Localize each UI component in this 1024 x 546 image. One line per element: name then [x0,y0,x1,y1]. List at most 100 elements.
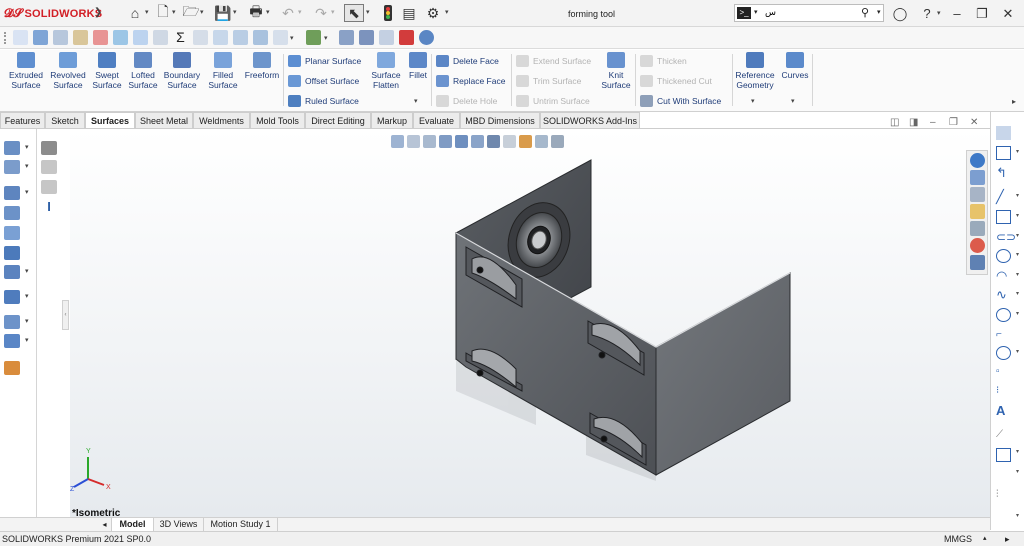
check-icon[interactable] [113,30,128,45]
search-box[interactable]: >_ ▾ ⚲ ▾ [734,4,884,22]
home-icon[interactable]: ⌂ [125,4,145,22]
display-icon[interactable] [93,30,108,45]
restore-icon[interactable]: ❐ [973,5,991,23]
chevron-down-icon[interactable]: ▾ [1016,148,1019,155]
sketch-tool-icon[interactable] [33,30,48,45]
exit-sketch-icon[interactable] [306,30,321,45]
cut-with-surface-button[interactable]: Cut With Surface [640,95,721,107]
save-icon[interactable]: 💾 [213,4,233,22]
untrim-surface-button[interactable]: Untrim Surface [516,95,590,107]
curves-button[interactable]: Curves [780,52,810,80]
property-manager-icon[interactable] [4,160,20,174]
swept-surface-button[interactable]: Swept Surface [88,52,126,90]
chevron-down-icon[interactable]: ▾ [937,9,941,17]
apply-scene-icon[interactable] [535,134,548,148]
unit-system[interactable]: MMGS [944,532,972,546]
cube-icon[interactable] [153,30,168,45]
offset-surface-button[interactable]: Offset Surface [288,75,359,87]
chevron-down-icon[interactable]: ▾ [25,336,29,344]
tab-mbd-dimensions[interactable]: MBD Dimensions [460,112,540,129]
reference-geometry-button[interactable]: Reference Geometry [734,52,776,90]
chevron-down-icon[interactable]: ▾ [290,34,294,42]
close-icon[interactable]: ✕ [999,5,1017,23]
viewport-tile-icon[interactable]: ◫ [890,117,899,128]
view-palette-icon[interactable] [970,221,985,236]
chevron-down-icon[interactable]: ▾ [266,8,270,16]
rectangle-icon[interactable] [996,210,1011,224]
lofted-surface-button[interactable]: Lofted Surface [125,52,161,90]
command-search-icon[interactable]: >_ [737,7,751,19]
viewport-minimize-icon[interactable]: – [930,117,936,128]
home-icon[interactable] [970,170,985,185]
boundary-surface-button[interactable]: Boundary Surface [160,52,204,90]
chevron-down-icon[interactable]: ▾ [414,97,418,105]
spline-icon[interactable]: ∿ [996,288,1011,302]
status-menu-icon[interactable]: ▸ [1005,532,1010,546]
minimize-icon[interactable]: – [948,5,966,23]
stop-icon[interactable] [399,30,414,45]
viewport-restore-icon[interactable]: ❐ [949,117,958,128]
viewport-split-icon[interactable]: ◨ [909,117,918,128]
trim-surface-button[interactable]: Trim Surface [516,75,581,87]
search-icon[interactable]: ⚲ [861,6,869,19]
check-mark-icon[interactable] [379,30,394,45]
replace-face-button[interactable]: Replace Face [436,75,505,87]
tab-model[interactable]: Model [112,518,154,532]
chevron-down-icon[interactable]: ▾ [25,143,29,151]
section-icon[interactable] [233,30,248,45]
fillet-button[interactable]: Fillet [405,52,431,80]
chevron-down-icon[interactable]: ▾ [172,8,176,16]
open-folder-icon[interactable]: 🗁 [181,3,201,22]
select-arrow-icon[interactable]: ⬉ [344,4,364,22]
web-icon[interactable] [419,30,434,45]
tab-sketch[interactable]: Sketch [45,112,85,129]
chevron-down-icon[interactable]: ▾ [200,8,204,16]
grid-icon[interactable] [41,141,57,155]
freeform-button[interactable]: Freeform [242,52,282,80]
mirror-entities-icon[interactable] [996,448,1011,462]
chevron-down-icon[interactable]: ▾ [1016,348,1019,355]
chevron-down-icon[interactable]: ▾ [145,8,149,16]
hide-show-items-icon[interactable] [503,134,516,148]
point-icon[interactable]: ▫ [996,365,1011,379]
chevron-right-icon[interactable]: ❯ [94,7,102,18]
chevron-up-icon[interactable]: ▴ [983,532,987,546]
extend-surface-button[interactable]: Extend Surface [516,55,591,67]
chevron-down-icon[interactable]: ▾ [1016,271,1019,278]
chevron-down-icon[interactable]: ▾ [1016,232,1019,239]
chevron-down-icon[interactable]: ▾ [791,97,795,105]
corner-rectangle-icon[interactable] [996,146,1011,160]
dynamic-annotation-icon[interactable] [455,134,468,148]
solidworks-logo[interactable]: 𝓓𝓢 SOLIDWORKS [4,6,102,21]
search-input[interactable] [765,7,845,19]
chevron-down-icon[interactable]: ▾ [25,188,29,196]
undo-icon[interactable]: ↶ [278,4,298,22]
sketch-icon[interactable] [996,126,1011,140]
help-icon[interactable]: ? [918,5,936,23]
tab-motion-study-1[interactable]: Motion Study 1 [204,518,278,532]
curve-tool-icon[interactable] [4,334,20,348]
arc-icon[interactable]: ◠ [996,269,1011,283]
instant3d-icon[interactable] [4,361,20,375]
revolved-surface-button[interactable]: Revolved Surface [48,52,88,90]
offset-entities-icon[interactable]: ⫶ [996,488,1011,502]
circle-icon[interactable] [996,249,1011,263]
line-icon[interactable]: ╱ [996,190,1011,204]
configuration-icon[interactable] [4,186,20,200]
file-properties-icon[interactable]: ▤ [399,4,419,22]
reference-icon[interactable] [4,315,20,329]
chevron-down-icon[interactable]: ▾ [1016,251,1019,258]
display-style-icon[interactable] [487,134,500,148]
polygon-icon[interactable] [996,346,1011,360]
view-settings-icon[interactable] [551,134,564,148]
delete-face-button[interactable]: Delete Face [436,55,499,67]
section-view-icon[interactable] [439,134,452,148]
chevron-down-icon[interactable]: ▾ [25,292,29,300]
chevron-down-icon[interactable]: ▾ [877,8,881,16]
tab-mold-tools[interactable]: Mold Tools [250,112,305,129]
fillet-sketch-icon[interactable]: ⌐ [996,328,1011,342]
curvature-icon[interactable] [253,30,268,45]
i-beam-icon[interactable]: I [41,200,57,214]
slot-icon[interactable]: ⊂⊃ [996,230,1016,244]
surface-flatten-button[interactable]: Surface Flatten [368,52,404,90]
